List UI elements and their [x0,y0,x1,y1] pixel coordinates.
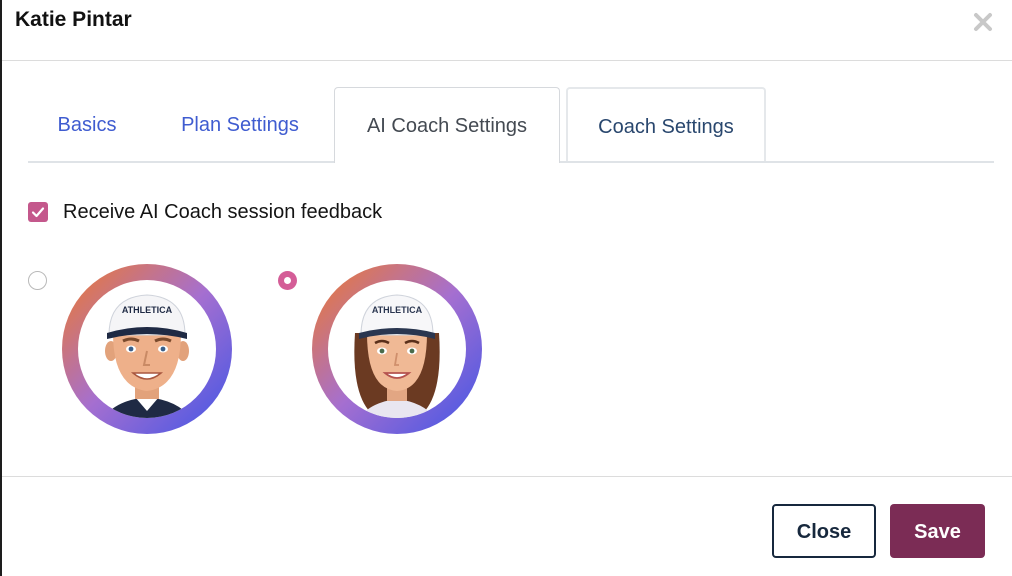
tab-ai-coach-settings[interactable]: AI Coach Settings [334,87,560,163]
modal-title: Katie Pintar [15,8,132,31]
close-x-icon[interactable] [972,10,994,34]
tab-coach-settings[interactable]: Coach Settings [566,87,766,161]
feedback-option: Receive AI Coach session feedback [28,199,382,225]
female-coach-avatar[interactable]: ATHLETICA [311,263,483,435]
modal-header: Katie Pintar [2,0,1012,61]
check-icon [31,207,45,218]
female-coach-radio[interactable] [278,271,297,290]
save-button[interactable]: Save [890,504,985,558]
footer-divider [2,476,1012,477]
cap-logo-text: ATHLETICA [372,305,423,315]
tab-basics[interactable]: Basics [28,87,146,161]
tab-plan-settings[interactable]: Plan Settings [158,87,322,161]
feedback-label: Receive AI Coach session feedback [63,200,383,223]
cap-logo-text: ATHLETICA [122,305,173,315]
male-coach-radio[interactable] [28,271,47,290]
close-button[interactable]: Close [772,504,876,558]
feedback-checkbox[interactable] [28,202,48,222]
male-coach-avatar[interactable]: ATHLETICA [61,263,233,435]
settings-tabs: Basics Plan Settings AI Coach Settings C… [28,87,994,163]
coach-settings-modal: Katie Pintar Basics Plan Settings AI Coa… [0,0,1012,576]
